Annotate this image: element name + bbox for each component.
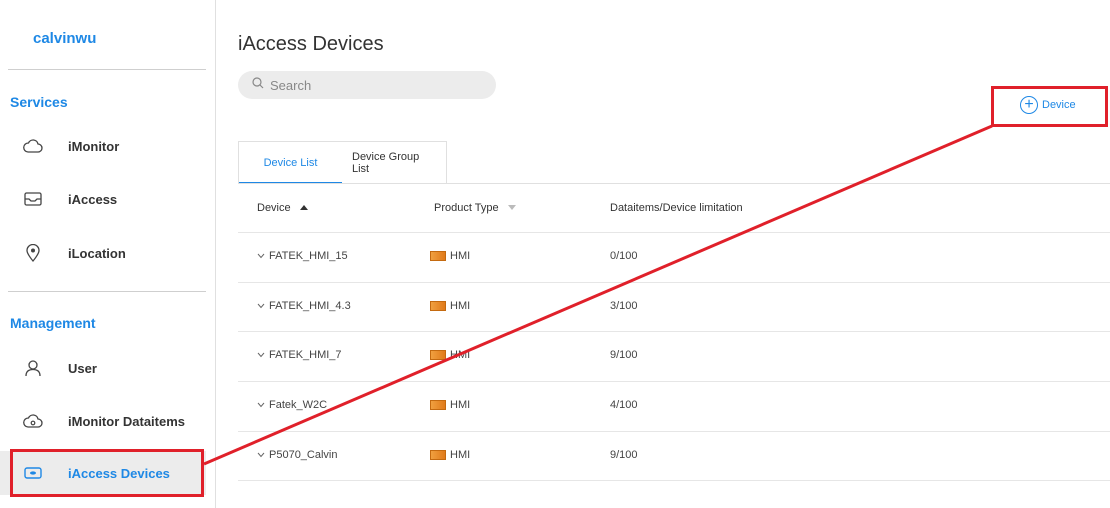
hmi-icon xyxy=(430,251,446,261)
location-pin-icon xyxy=(22,242,44,264)
divider xyxy=(8,69,206,70)
product-type-cell: HMI xyxy=(430,250,470,262)
cloud-settings-icon xyxy=(22,410,44,432)
sidebar-item-label: iAccess xyxy=(68,191,118,207)
user-icon xyxy=(22,357,44,379)
sidebar-item-label: iLocation xyxy=(68,245,126,261)
device-cell[interactable]: FATEK_HMI_4.3 xyxy=(257,300,351,312)
page-title: iAccess Devices xyxy=(238,33,384,55)
hmi-icon xyxy=(430,450,446,460)
device-cell[interactable]: FATEK_HMI_15 xyxy=(257,250,348,262)
divider xyxy=(238,282,1110,283)
product-type-cell: HMI xyxy=(430,300,470,312)
chevron-down-icon xyxy=(257,250,265,262)
device-cell[interactable]: FATEK_HMI_7 xyxy=(257,349,342,361)
sort-up-icon xyxy=(299,202,309,214)
divider xyxy=(238,232,1110,233)
sidebar-item-ilocation[interactable]: iLocation xyxy=(0,231,206,275)
management-heading: Management xyxy=(10,315,96,331)
tab-device-list[interactable]: Device List xyxy=(239,142,342,184)
column-header-product-type[interactable]: Product Type xyxy=(434,202,517,214)
device-name: P5070_Calvin xyxy=(269,449,338,461)
search-icon xyxy=(252,76,264,94)
sidebar-item-label: User xyxy=(68,360,97,376)
product-type: HMI xyxy=(450,349,471,361)
hmi-icon xyxy=(430,301,446,311)
sidebar-item-label: iMonitor xyxy=(68,138,120,154)
filter-down-icon xyxy=(507,202,517,214)
divider xyxy=(238,331,1110,332)
divider xyxy=(238,183,1110,184)
chevron-down-icon xyxy=(257,349,265,361)
divider xyxy=(238,480,1110,481)
hmi-icon xyxy=(430,400,446,410)
tab-bar: Device List Device Group List xyxy=(238,141,447,184)
divider xyxy=(238,381,1110,382)
column-header-device[interactable]: Device xyxy=(257,202,309,214)
limitation-cell: 4/100 xyxy=(610,399,638,411)
inbox-icon xyxy=(22,188,44,210)
column-header-limitation: Dataitems/Device limitation xyxy=(610,202,743,214)
divider xyxy=(238,431,1110,432)
product-type: HMI xyxy=(450,300,471,312)
chevron-down-icon xyxy=(257,300,265,312)
brand-name[interactable]: calvinwu xyxy=(33,30,96,47)
product-type-cell: HMI xyxy=(430,399,470,411)
sidebar-item-iaccess[interactable]: iAccess xyxy=(0,177,206,221)
device-cell[interactable]: P5070_Calvin xyxy=(257,449,338,461)
product-type: HMI xyxy=(450,250,471,262)
device-name: Fatek_W2C xyxy=(269,399,328,411)
sidebar-item-imonitor[interactable]: iMonitor xyxy=(0,124,206,168)
divider xyxy=(8,291,206,292)
sidebar-item-user[interactable]: User xyxy=(0,346,206,390)
column-label: Dataitems/Device limitation xyxy=(610,202,743,214)
annotation-highlight-box xyxy=(991,86,1108,127)
column-label: Device xyxy=(257,202,291,214)
chevron-down-icon xyxy=(257,399,265,411)
annotation-highlight-box xyxy=(10,449,204,497)
limitation-cell: 9/100 xyxy=(610,449,638,461)
product-type-cell: HMI xyxy=(430,449,470,461)
services-heading: Services xyxy=(10,94,68,110)
limitation-cell: 3/100 xyxy=(610,300,638,312)
limitation-cell: 9/100 xyxy=(610,349,638,361)
device-name: FATEK_HMI_7 xyxy=(269,349,342,361)
product-type: HMI xyxy=(450,399,471,411)
device-name: FATEK_HMI_15 xyxy=(269,250,348,262)
limitation-cell: 0/100 xyxy=(610,250,638,262)
search-bar[interactable] xyxy=(238,71,496,99)
column-label: Product Type xyxy=(434,202,499,214)
hmi-icon xyxy=(430,350,446,360)
sidebar-item-imonitor-dataitems[interactable]: iMonitor Dataitems xyxy=(0,399,206,443)
device-name: FATEK_HMI_4.3 xyxy=(269,300,351,312)
product-type: HMI xyxy=(450,449,471,461)
sidebar: calvinwu Services iMonitor iAccess iLoca… xyxy=(0,0,216,508)
product-type-cell: HMI xyxy=(430,349,470,361)
sidebar-item-label: iMonitor Dataitems xyxy=(68,413,186,429)
tab-device-group-list[interactable]: Device Group List xyxy=(342,142,446,183)
search-input[interactable] xyxy=(264,77,484,93)
cloud-icon xyxy=(22,135,44,157)
chevron-down-icon xyxy=(257,449,265,461)
device-cell[interactable]: Fatek_W2C xyxy=(257,399,327,411)
